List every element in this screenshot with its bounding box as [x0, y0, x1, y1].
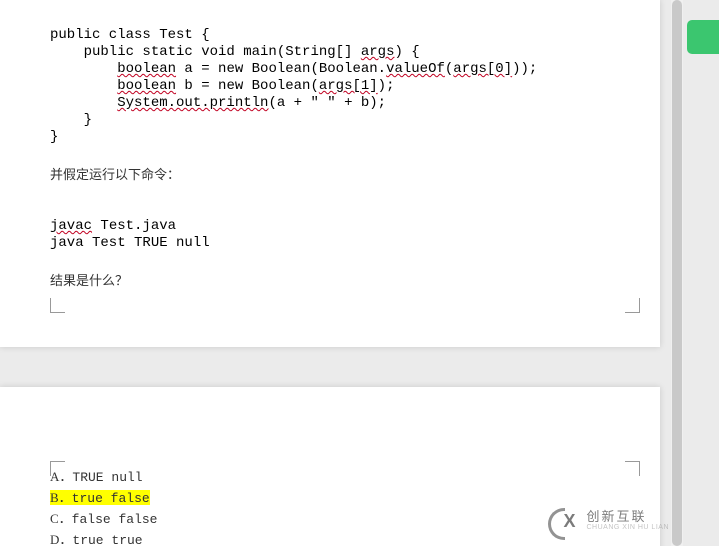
spellcheck-boolean: boolean — [117, 61, 176, 77]
choice-a: A．TRUE null — [50, 467, 610, 488]
code-line: boolean a = new Boolean(Boolean.valueOf(… — [50, 61, 537, 77]
spellcheck-javac: javac — [50, 218, 92, 234]
page-top: public class Test { public static void m… — [0, 0, 660, 347]
cmd-line: javac Test.java — [50, 218, 176, 234]
code-line: boolean b = new Boolean(args[1]); — [50, 78, 394, 94]
code-line: public class Test { — [50, 27, 210, 43]
choice-label: B． — [50, 490, 72, 505]
code-line: } — [50, 129, 58, 145]
choice-c: C．false false — [50, 509, 610, 530]
code-line: System.out.println(a + " " + b); — [50, 95, 386, 111]
question-text: 结果是什么？ — [50, 270, 610, 289]
choice-d: D．true true — [50, 530, 610, 546]
spellcheck-args: args — [361, 44, 395, 60]
spellcheck-args0: args[0] — [453, 61, 512, 77]
viewport: public class Test { public static void m… — [0, 0, 719, 546]
spellcheck-boolean-2: boolean — [117, 78, 176, 94]
choice-text: TRUE null — [72, 470, 142, 485]
scrollbar-thumb[interactable] — [672, 0, 682, 546]
code-line: } — [50, 112, 92, 128]
choice-text: false false — [72, 512, 158, 527]
commands-block: javac Test.java java Test TRUE null — [50, 201, 610, 252]
spellcheck-valueof: valueOf — [386, 61, 445, 77]
vertical-scrollbar[interactable] — [671, 0, 683, 546]
choice-label: C． — [50, 511, 72, 526]
side-action-button[interactable] — [687, 20, 719, 54]
choice-label: D． — [50, 532, 72, 546]
spellcheck-args1: args[1] — [319, 78, 378, 94]
code-block: public class Test { public static void m… — [50, 10, 610, 146]
assume-text: 并假定运行以下命令： — [50, 164, 610, 183]
choices-list: A．TRUE null B．true false C．false false D… — [50, 467, 610, 546]
page-bottom: A．TRUE null B．true false C．false false D… — [0, 387, 660, 546]
choice-text: true true — [72, 533, 142, 546]
code-line: public static void main(String[] args) { — [50, 44, 420, 60]
choice-b: B．true false — [50, 488, 610, 509]
cmd-line: java Test TRUE null — [50, 235, 210, 251]
choice-text: true false — [72, 491, 150, 506]
spellcheck-println: System.out.println — [117, 95, 268, 111]
